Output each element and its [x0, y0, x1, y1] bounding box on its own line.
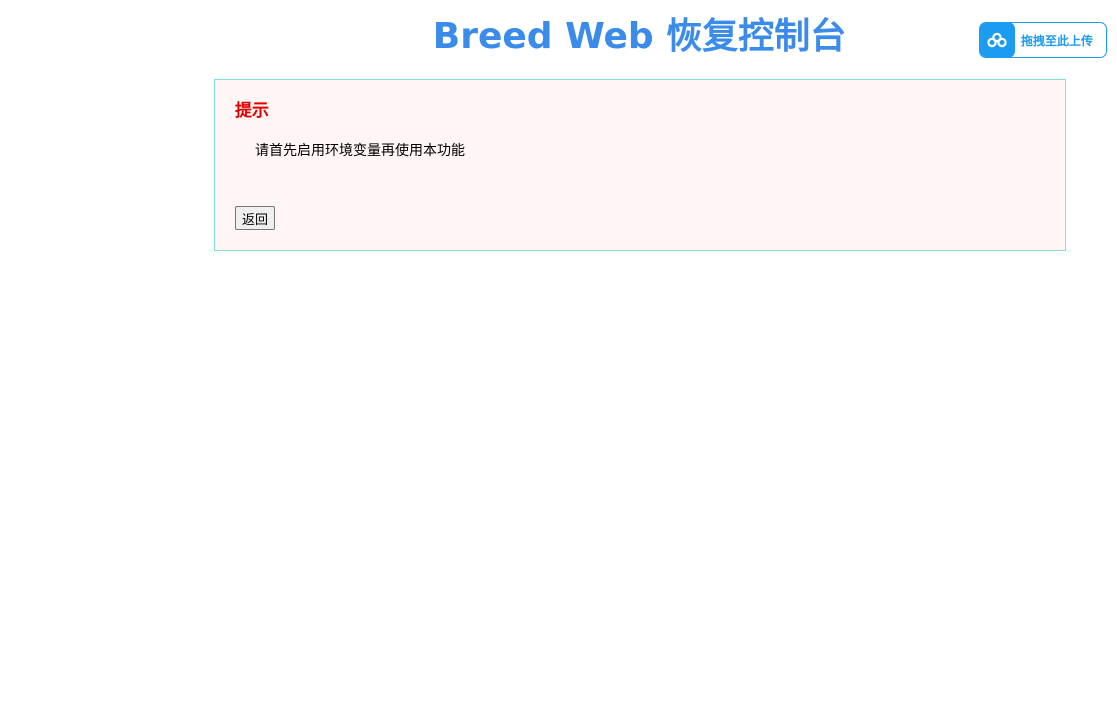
- cloud-upload-icon: [980, 23, 1015, 57]
- page-title: Breed Web 恢复控制台: [432, 16, 847, 57]
- notice-panel: 提示 请首先启用环境变量再使用本功能 返回: [214, 79, 1066, 251]
- notice-message: 请首先启用环境变量再使用本功能: [255, 143, 465, 159]
- drag-upload-widget[interactable]: 拖拽至此上传: [979, 22, 1107, 58]
- back-button[interactable]: 返回: [235, 206, 276, 230]
- notice-title: 提示: [235, 101, 269, 121]
- upload-label: 拖拽至此上传: [1021, 33, 1094, 48]
